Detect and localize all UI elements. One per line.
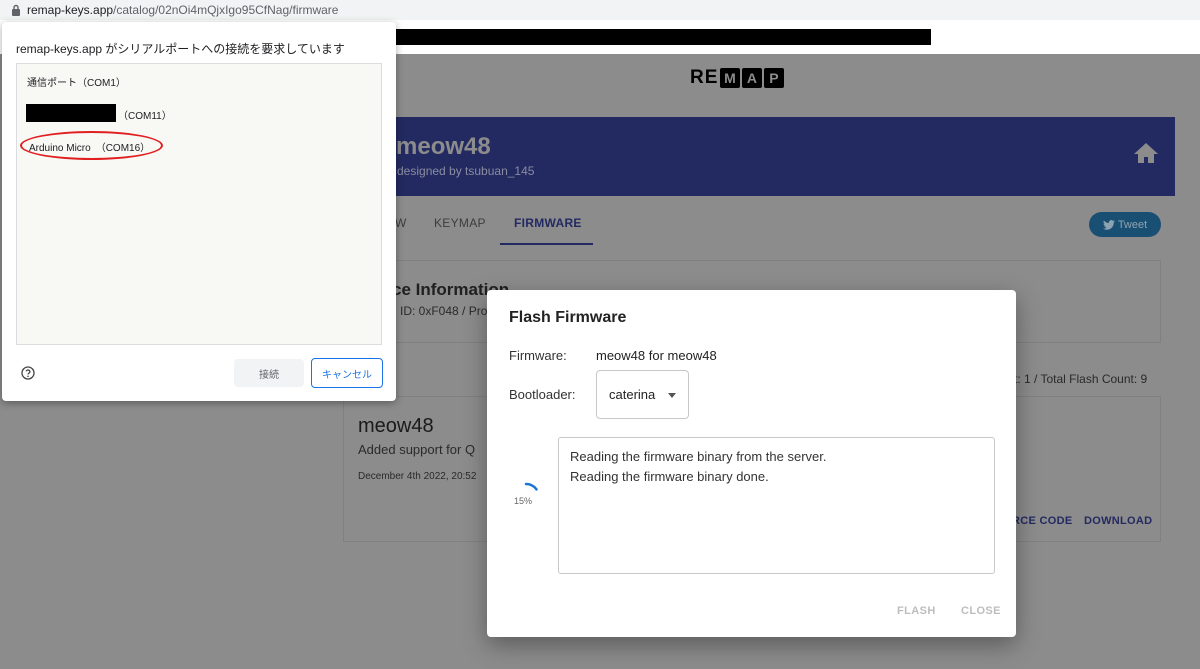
logo-box: A	[742, 68, 763, 88]
redaction-bar	[26, 104, 116, 122]
port-item-com1[interactable]: 通信ポート（COM1）	[27, 74, 126, 89]
bootloader-label: Bootloader:	[509, 387, 576, 402]
port-list[interactable]: 通信ポート（COM1） （COM11） Arduino Micro （COM16…	[16, 63, 382, 345]
twitter-icon	[1102, 219, 1115, 230]
highlight-circle	[20, 131, 163, 160]
firmware-description: Added support for Q	[358, 442, 476, 457]
logo-prefix: RE	[690, 67, 719, 88]
tab-keymap[interactable]: KEYMAP	[434, 216, 486, 230]
logo-box: M	[720, 68, 741, 88]
progress-percent: 15%	[514, 496, 533, 506]
bootloader-value: caterina	[609, 387, 656, 402]
tab-overview[interactable]: W	[395, 216, 407, 230]
download-link[interactable]: DOWNLOAD	[1084, 515, 1152, 527]
logo-box: P	[764, 68, 785, 88]
log-line: Reading the firmware binary done.	[570, 469, 769, 484]
tweet-button[interactable]: Tweet	[1089, 212, 1161, 237]
redaction-bar	[396, 29, 931, 45]
tab-indicator	[500, 243, 593, 245]
flash-count: t: 1 / Total Flash Count: 9	[1014, 372, 1148, 386]
bootloader-select[interactable]: caterina	[596, 370, 689, 419]
firmware-name: meow48	[358, 415, 434, 437]
port-item-com11[interactable]: （COM11）	[118, 107, 172, 122]
home-icon[interactable]	[1133, 141, 1159, 165]
chooser-title: remap-keys.app がシリアルポートへの接続を要求しています	[16, 42, 345, 56]
flash-log[interactable]: Reading the firmware binary from the ser…	[558, 437, 995, 574]
keyboard-title: meow48	[396, 133, 491, 160]
lock-icon	[8, 2, 24, 18]
cancel-button[interactable]: キャンセル	[311, 358, 383, 388]
log-line: Reading the firmware binary from the ser…	[570, 449, 827, 464]
source-code-link[interactable]: RCE CODE	[1012, 515, 1072, 527]
tab-bar: W KEYMAP FIRMWARE	[340, 208, 1175, 248]
address-bar[interactable]: remap-keys.app/catalog/02nOi4mQjxIgo95Cf…	[0, 0, 1200, 20]
dialog-title: Flash Firmware	[509, 309, 627, 326]
serial-port-chooser: remap-keys.app がシリアルポートへの接続を要求しています 通信ポー…	[2, 22, 396, 401]
connect-button[interactable]: 接続	[234, 359, 304, 387]
keyboard-banner: meow48 designed by tsubuan_145	[340, 117, 1175, 196]
url-host: remap-keys.app	[27, 3, 114, 17]
help-icon[interactable]	[21, 366, 35, 380]
caret-down-icon	[668, 393, 676, 398]
remap-logo[interactable]: RE M A P	[690, 67, 785, 89]
firmware-value: meow48 for meow48	[596, 348, 717, 363]
firmware-date: December 4th 2022, 20:52	[358, 471, 477, 482]
device-info-sub: ID: 0xF048 / Pro	[400, 304, 488, 318]
tweet-label: Tweet	[1117, 218, 1148, 231]
flash-firmware-dialog: Flash Firmware Firmware: meow48 for meow…	[487, 290, 1016, 637]
tab-firmware[interactable]: FIRMWARE	[514, 216, 582, 230]
close-button[interactable]: CLOSE	[961, 605, 1001, 617]
designer-label: designed by tsubuan_145	[397, 164, 535, 178]
firmware-label: Firmware:	[509, 348, 567, 363]
url-path: /catalog/02nOi4mQjxIgo95CfNag/firmware	[113, 3, 339, 17]
flash-button[interactable]: FLASH	[897, 605, 936, 617]
